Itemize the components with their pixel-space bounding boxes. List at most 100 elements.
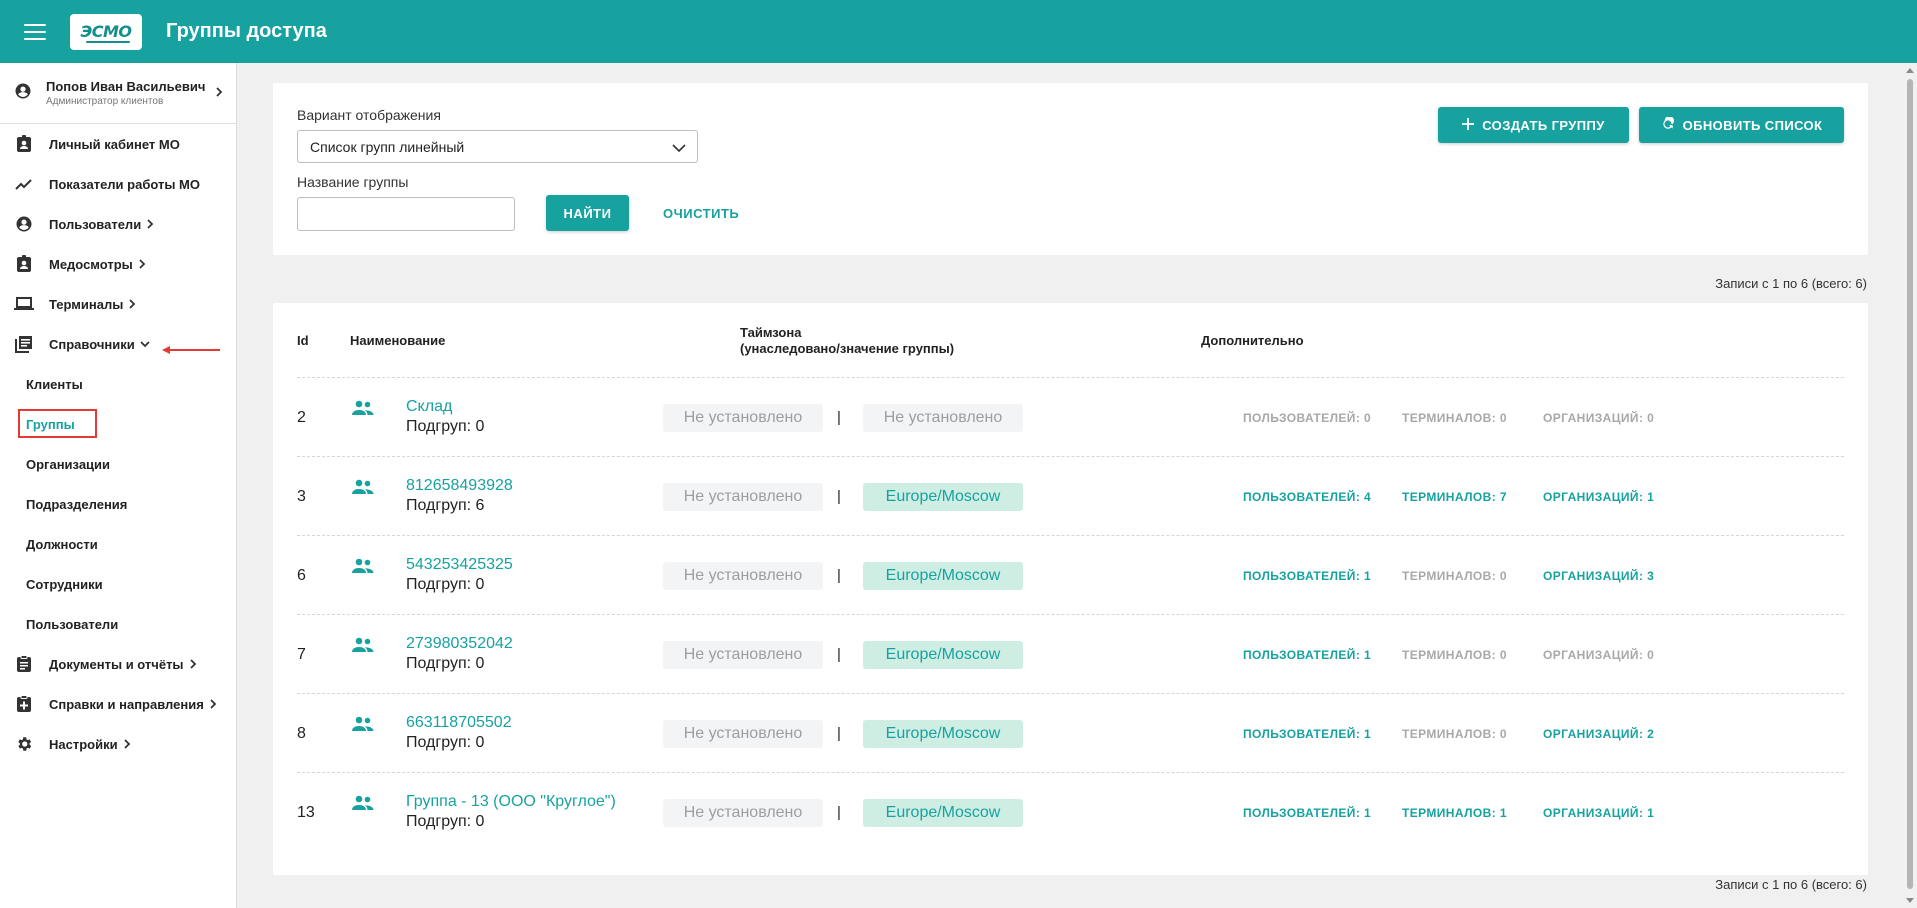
table-row: 3 812658493928 Подгруп: 6 Не установлено | Eu… [297,456,1844,535]
group-icon [351,400,375,421]
clear-button[interactable]: ОЧИСТИТЬ [653,195,749,231]
group-name-link[interactable]: 812658493928 [406,477,513,495]
nav-item-terminals[interactable]: Терминалы [0,284,236,324]
nav-item-label: Настройки [49,736,118,752]
subnav-departments[interactable]: Подразделения [0,484,236,524]
terminals-count-link[interactable]: ТЕРМИНАЛОВ: 0 [1402,727,1507,741]
scrollbar-thumb[interactable] [1907,79,1913,889]
view-mode-select[interactable]: Список групп линейный [297,130,698,163]
chevron-right-icon [214,85,224,103]
subnav-employees[interactable]: Сотрудники [0,564,236,604]
chevron-right-icon [127,298,137,310]
table-row: 2 Склад Подгруп: 0 Не установлено | Не устано… [297,377,1844,456]
scroll-up-icon[interactable] [1906,68,1914,73]
group-name-link[interactable]: Склад [406,398,452,416]
refresh-list-button[interactable]: ОБНОВИТЬ СПИСОК [1639,107,1844,143]
library-books-icon [14,334,34,354]
chevron-right-icon [208,698,218,710]
timezone-inherited: Не установлено [663,799,823,827]
row-id: 13 [297,804,315,821]
sidebar: Попов Иван Васильевич Администратор клие… [0,63,237,908]
subnav-clients[interactable]: Клиенты [0,364,236,404]
timezone-separator: | [837,567,841,584]
terminals-count-link[interactable]: ТЕРМИНАЛОВ: 0 [1402,648,1507,662]
create-group-button[interactable]: СОЗДАТЬ ГРУППУ [1438,107,1629,143]
subnav-groups[interactable]: Группы [0,404,236,444]
group-name-input[interactable] [297,197,515,231]
menu-icon[interactable] [24,23,46,40]
users-count-link[interactable]: ПОЛЬЗОВАТЕЛЕЙ: 1 [1243,806,1371,820]
subnav-label: Организации [26,456,111,472]
nav-item-documents[interactable]: Документы и отчёты [0,644,236,684]
subnav-users[interactable]: Пользователи [0,604,236,644]
organizations-count-link[interactable]: ОРГАНИЗАЦИЙ: 0 [1543,411,1654,425]
highlight-box [18,409,97,438]
users-count-link[interactable]: ПОЛЬЗОВАТЕЛЕЙ: 1 [1243,727,1371,741]
nav-item-directories[interactable]: Справочники [0,324,236,364]
organizations-count-link[interactable]: ОРГАНИЗАЦИЙ: 1 [1543,806,1654,820]
account-circle-icon [14,214,34,234]
group-name-link[interactable]: 273980352042 [406,635,513,653]
timezone-group: Europe/Moscow [863,641,1023,669]
records-count-top: Записи с 1 по 6 (всего: 6) [1715,276,1867,291]
terminals-count-link[interactable]: ТЕРМИНАЛОВ: 7 [1402,490,1507,504]
user-name: Попов Иван Васильевич [46,79,206,94]
row-id: 7 [297,646,306,663]
nav-item-settings[interactable]: Настройки [0,724,236,764]
nav-item-users[interactable]: Пользователи [0,204,236,244]
nav-item-stats[interactable]: Показатели работы МО [0,164,236,204]
subnav-organizations[interactable]: Организации [0,444,236,484]
nav-item-cabinet[interactable]: Личный кабинет МО [0,124,236,164]
users-count-link[interactable]: ПОЛЬЗОВАТЕЛЕЙ: 1 [1243,648,1371,662]
groups-table: Id Наименование Таймзона (унаследовано/з… [273,303,1868,875]
row-id: 6 [297,567,306,584]
organizations-count-link[interactable]: ОРГАНИЗАЦИЙ: 0 [1543,648,1654,662]
users-count-link[interactable]: ПОЛЬЗОВАТЕЛЕЙ: 0 [1243,411,1371,425]
group-icon [351,479,375,500]
filter-panel: Вариант отображения Список групп линейны… [273,83,1868,255]
chevron-right-icon [145,218,155,230]
chevron-down-icon [139,339,151,349]
terminals-count-link[interactable]: ТЕРМИНАЛОВ: 0 [1402,569,1507,583]
nav-item-medchecks[interactable]: Медосмотры [0,244,236,284]
refresh-list-label: ОБНОВИТЬ СПИСОК [1682,117,1823,133]
organizations-count-link[interactable]: ОРГАНИЗАЦИЙ: 2 [1543,727,1654,741]
nav-item-certificates[interactable]: Справки и направления [0,684,236,724]
group-icon [351,558,375,579]
users-count-link[interactable]: ПОЛЬЗОВАТЕЛЕЙ: 1 [1243,569,1371,583]
row-id: 8 [297,725,306,742]
timezone-header-line2: (унаследовано/значение группы) [740,341,955,356]
group-name-link[interactable]: Группа - 13 (ООО "Круглое") [406,793,616,811]
group-name-label: Название группы [297,174,409,190]
timezone-separator: | [837,646,841,663]
users-count-link[interactable]: ПОЛЬЗОВАТЕЛЕЙ: 4 [1243,490,1371,504]
organizations-count-link[interactable]: ОРГАНИЗАЦИЙ: 1 [1543,490,1654,504]
timezone-group: Не установлено [863,404,1023,432]
subnav-positions[interactable]: Должности [0,524,236,564]
timezone-inherited: Не установлено [663,562,823,590]
timezone-group: Europe/Moscow [863,562,1023,590]
user-role: Администратор клиентов [46,96,164,107]
subnav-label: Сотрудники [26,576,103,592]
group-name-link[interactable]: 543253425325 [406,556,513,574]
esmo-logo[interactable]: ЭСМО [70,13,142,50]
nav-item-label: Документы и отчёты [49,656,184,672]
nav-item-label: Справки и направления [49,696,204,712]
chevron-right-icon [137,258,147,270]
subgroups-count: Подгруп: 0 [406,734,485,751]
find-button[interactable]: НАЙТИ [546,195,629,231]
group-name-link[interactable]: 663118705502 [406,714,512,732]
timezone-inherited: Не установлено [663,404,823,432]
terminals-count-link[interactable]: ТЕРМИНАЛОВ: 1 [1402,806,1507,820]
scroll-down-icon[interactable] [1906,898,1914,903]
timezone-inherited: Не установлено [663,720,823,748]
organizations-count-link[interactable]: ОРГАНИЗАЦИЙ: 3 [1543,569,1654,583]
page-title: Группы доступа [166,20,327,42]
terminals-count-link[interactable]: ТЕРМИНАЛОВ: 0 [1402,411,1507,425]
badge-icon [14,254,34,274]
chevron-right-icon [188,658,198,670]
view-mode-label: Вариант отображения [297,107,441,123]
page-scrollbar[interactable] [1903,63,1917,908]
column-header-id: Id [297,333,309,348]
user-profile[interactable]: Попов Иван Васильевич Администратор клие… [0,63,236,124]
